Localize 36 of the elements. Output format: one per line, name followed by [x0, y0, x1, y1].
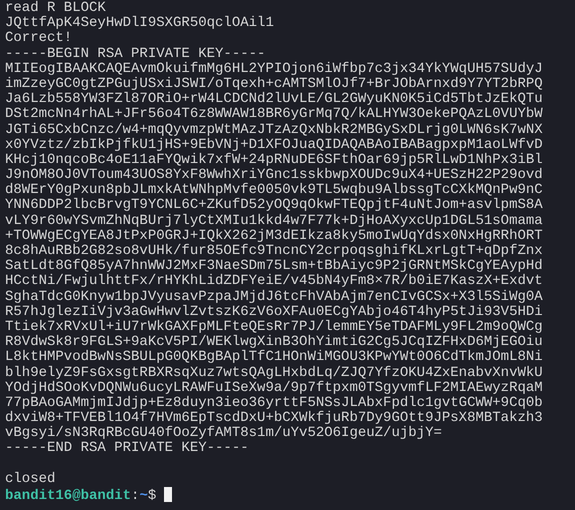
terminal-line: L8ktHMPvodBwNsSBULpG0QKBgBAplTfC1HOnWiMGOU3KPwYWt0O6CdTkmJOmL8Ni: [5, 349, 543, 366]
terminal-line: imZzeyGC0gtZPGujUSxiJSWI/oTqexh+cAMTSMlOJf7+BrJObArnxd9Y7YT2bRPQ: [5, 76, 543, 92]
terminal-line: SatLdt8GfQ85yA7hnWWJ2MxF3NaeSDm75Lsm+tBbAiyc9P2jGRNtMSkCgYEAypHd: [5, 258, 543, 274]
terminal-line: dxviW8+TFVEBl1O4f7HVm6EpTscdDxU+bCXWkfjuRb7Dy9GOtt9JPsX8MBTakzh3: [5, 410, 543, 426]
terminal-line: DSt2mcNn4rhAL+JFr56o4T6z8WWAW18BR6yGrMq7Q/kALHYW3OekePQAzL0VUYbW: [5, 106, 543, 122]
terminal-line: -----BEGIN RSA PRIVATE KEY-----: [5, 46, 266, 62]
terminal-line: SghaTdcG0Knyw1bpJVyusavPzpaJMjdJ6tcFhVAbAjm7enCIvGCSx+X3l5SiWg0A: [5, 288, 543, 305]
terminal-line: Ttiek7xRVxUl+iU7rWkGAXFpMLFteQEsRr7PJ/lemmEY5eTDAFMLy9FL2m9oQWCg: [5, 318, 543, 335]
terminal-line: MIIEogIBAAKCAQEAvmOkuifmMg6HL2YPIOjon6iWfbp7c3jx34YkYWqUH57SUdyJ: [5, 60, 543, 77]
prompt-user-host: bandit16@bandit: [5, 488, 132, 504]
terminal-line: 8c8hAuRBb2G82so8vUHk/fur85OEfc9TncnCY2crpoqsghifKLxrLgtT+qDpfZnx: [5, 243, 543, 259]
prompt-symbol: $: [148, 488, 156, 504]
terminal-line: +TOWWgECgYEA8JtPxP0GRJ+IQkX262jM3dEIkza8ky5moIwUqYdsx0NxHgRRhORT: [5, 228, 543, 244]
terminal-line: x0YVztz/zbIkPjfkU1jHS+9EbVNj+D1XFOJuaQIDAQABAoIBABagpxpM1aoLWfvD: [5, 136, 543, 153]
terminal-line: J9nOM8OJ0VToum43UOS8YxF8WwhXriYGnc1sskbwpXOUDc9uX4+UESzH22P29ovd: [5, 167, 543, 184]
terminal-line: closed: [5, 470, 56, 487]
terminal-line: HCctNi/FwjulhttFx/rHYKhLidZDFYeiE/v45bN4yFm8×7R/b0iE7KaszX+Exdvt: [5, 273, 543, 290]
terminal-line: 77pBAoGAMmjmIJdjp+Ez8duyn3ieo36yrttF5NSsJLAbxFpdlc1gvtGCWW+9Cq0b: [5, 394, 543, 411]
terminal-line: blh9elyZ9FsGxsgtRBXRsqXuz7wtsQAgLHxbdLq/ZJQ7YfzOKU4ZxEnabvXnvWkU: [5, 364, 543, 380]
cursor: [164, 487, 172, 502]
terminal-line: JGTi65CxbCnzc/w4+mqQyvmzpWtMAzJTzAzQxNbkR2MBGySxDLrjg0LWN6sK7wNX: [5, 122, 543, 138]
terminal-line: vLY9r60wYSvmZhNqBUrj7lyCtXMIu1kkd4w7F77k+DjHoAXyxcUp1DGL51sOmama: [5, 212, 543, 229]
prompt-path: ~: [139, 488, 148, 504]
terminal-line: YNN6DDP2lbcBrvgT9YCNL6C+ZKufD52yOQ9qOkwFTEQpjtF4uNtJom+asvlpmS8A: [5, 197, 543, 214]
terminal-line: read R BLOCK: [5, 0, 106, 16]
terminal-line: R57hJglezIiVjv3aGwHwvlZvtszK6zV6oXFAu0ECgYAbjo46T4hyP5tJi93V5HDi: [5, 304, 543, 320]
terminal-line: JQttfApK4SeyHwDlI9SXGR50qclOAil1: [5, 15, 274, 32]
terminal-line: YOdjHdSOoKvDQNWu6ucyLRAWFuISeXw9a/9p7ftpxm0TSgyvmfLF2MIAEwyzRqaM: [5, 380, 543, 396]
terminal-line: -----END RSA PRIVATE KEY-----: [5, 440, 249, 456]
prompt-separator: :: [131, 488, 140, 504]
terminal-line: d8WErY0gPxun8pbJLmxkAtWNhpMvfe0050vk9TL5wqbu9AlbssgTcCXkMQnPw9nC: [5, 182, 543, 198]
terminal-line: KHcj10nqcoBc4oE11aFYQwik7xfW+24pRNuDE6SFthOar69jp5RlLwD1NhPx3iBl: [5, 152, 543, 168]
terminal-line: Correct!: [5, 30, 72, 46]
terminal-line: Ja6Lzb558YW3FZl87ORiO+rW4LCDCNd2lUvLE/GL2GWyuKN0K5iCd5TbtJzEkQTu: [5, 91, 543, 108]
terminal-line: vBgsyi/sN3RqRBcGU40fOoZyfAMT8s1m/uYv52O6IgeuZ/ujbjY=: [5, 425, 442, 442]
terminal-line: R8VdwSk8r9FGLS+9aKcV5PI/WEKlwgXinB3OhYimtiG2Cg5JCqIZFHxD6MjEGOiu: [5, 334, 543, 350]
